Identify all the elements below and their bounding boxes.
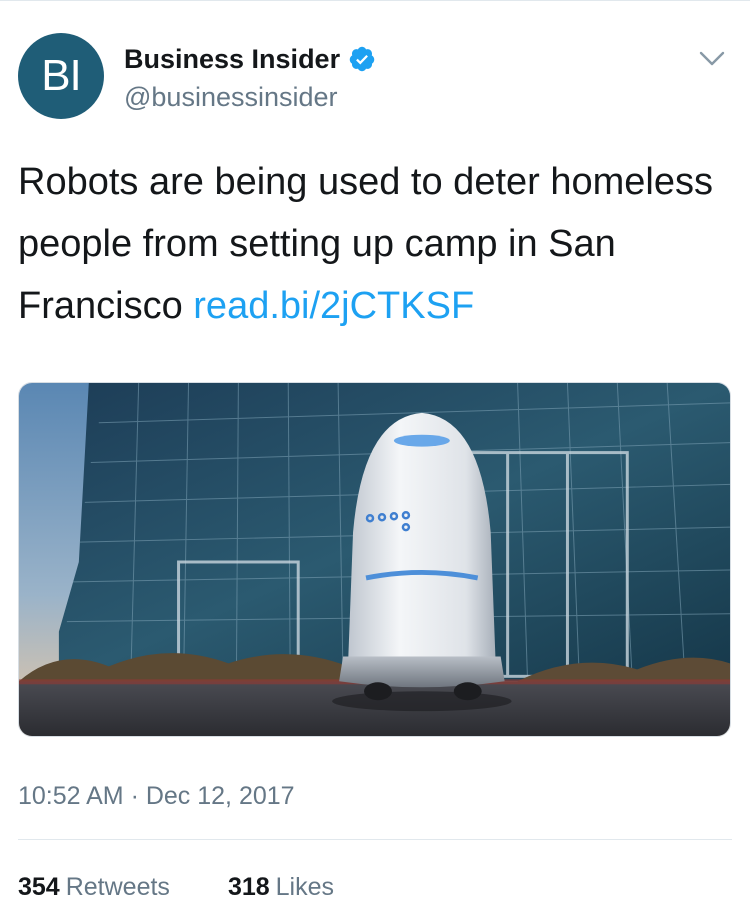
retweets-label: Retweets <box>65 873 170 901</box>
likes-count: 318 <box>227 873 270 901</box>
photo-image <box>19 383 730 736</box>
author-handle[interactable]: @businessinsider <box>124 80 338 114</box>
tweet-photo[interactable] <box>18 382 731 737</box>
author-name-row[interactable]: Business Insider <box>124 42 376 76</box>
chevron-down-icon[interactable] <box>698 44 726 72</box>
top-divider <box>0 0 750 1</box>
retweets-stat[interactable]: 354 Retweets <box>18 872 170 902</box>
author-name[interactable]: Business Insider <box>124 42 340 76</box>
retweets-count: 354 <box>18 873 60 901</box>
likes-label: Likes <box>275 873 335 901</box>
tweet-stats: 354 Retweets 318 Likes <box>18 872 392 902</box>
verified-badge-icon <box>349 46 375 72</box>
stats-divider <box>18 839 732 840</box>
tweet-timestamp[interactable]: 10:52 AM · Dec 12, 2017 <box>18 780 295 812</box>
tweet-link[interactable]: read.bi/2jCTKSF <box>193 285 474 327</box>
avatar-text: BI <box>41 51 82 100</box>
tweet-text: Robots are being used to deter homeless … <box>18 151 733 337</box>
likes-stat[interactable]: 318 Likes <box>228 872 334 902</box>
avatar[interactable]: BI <box>18 33 104 119</box>
